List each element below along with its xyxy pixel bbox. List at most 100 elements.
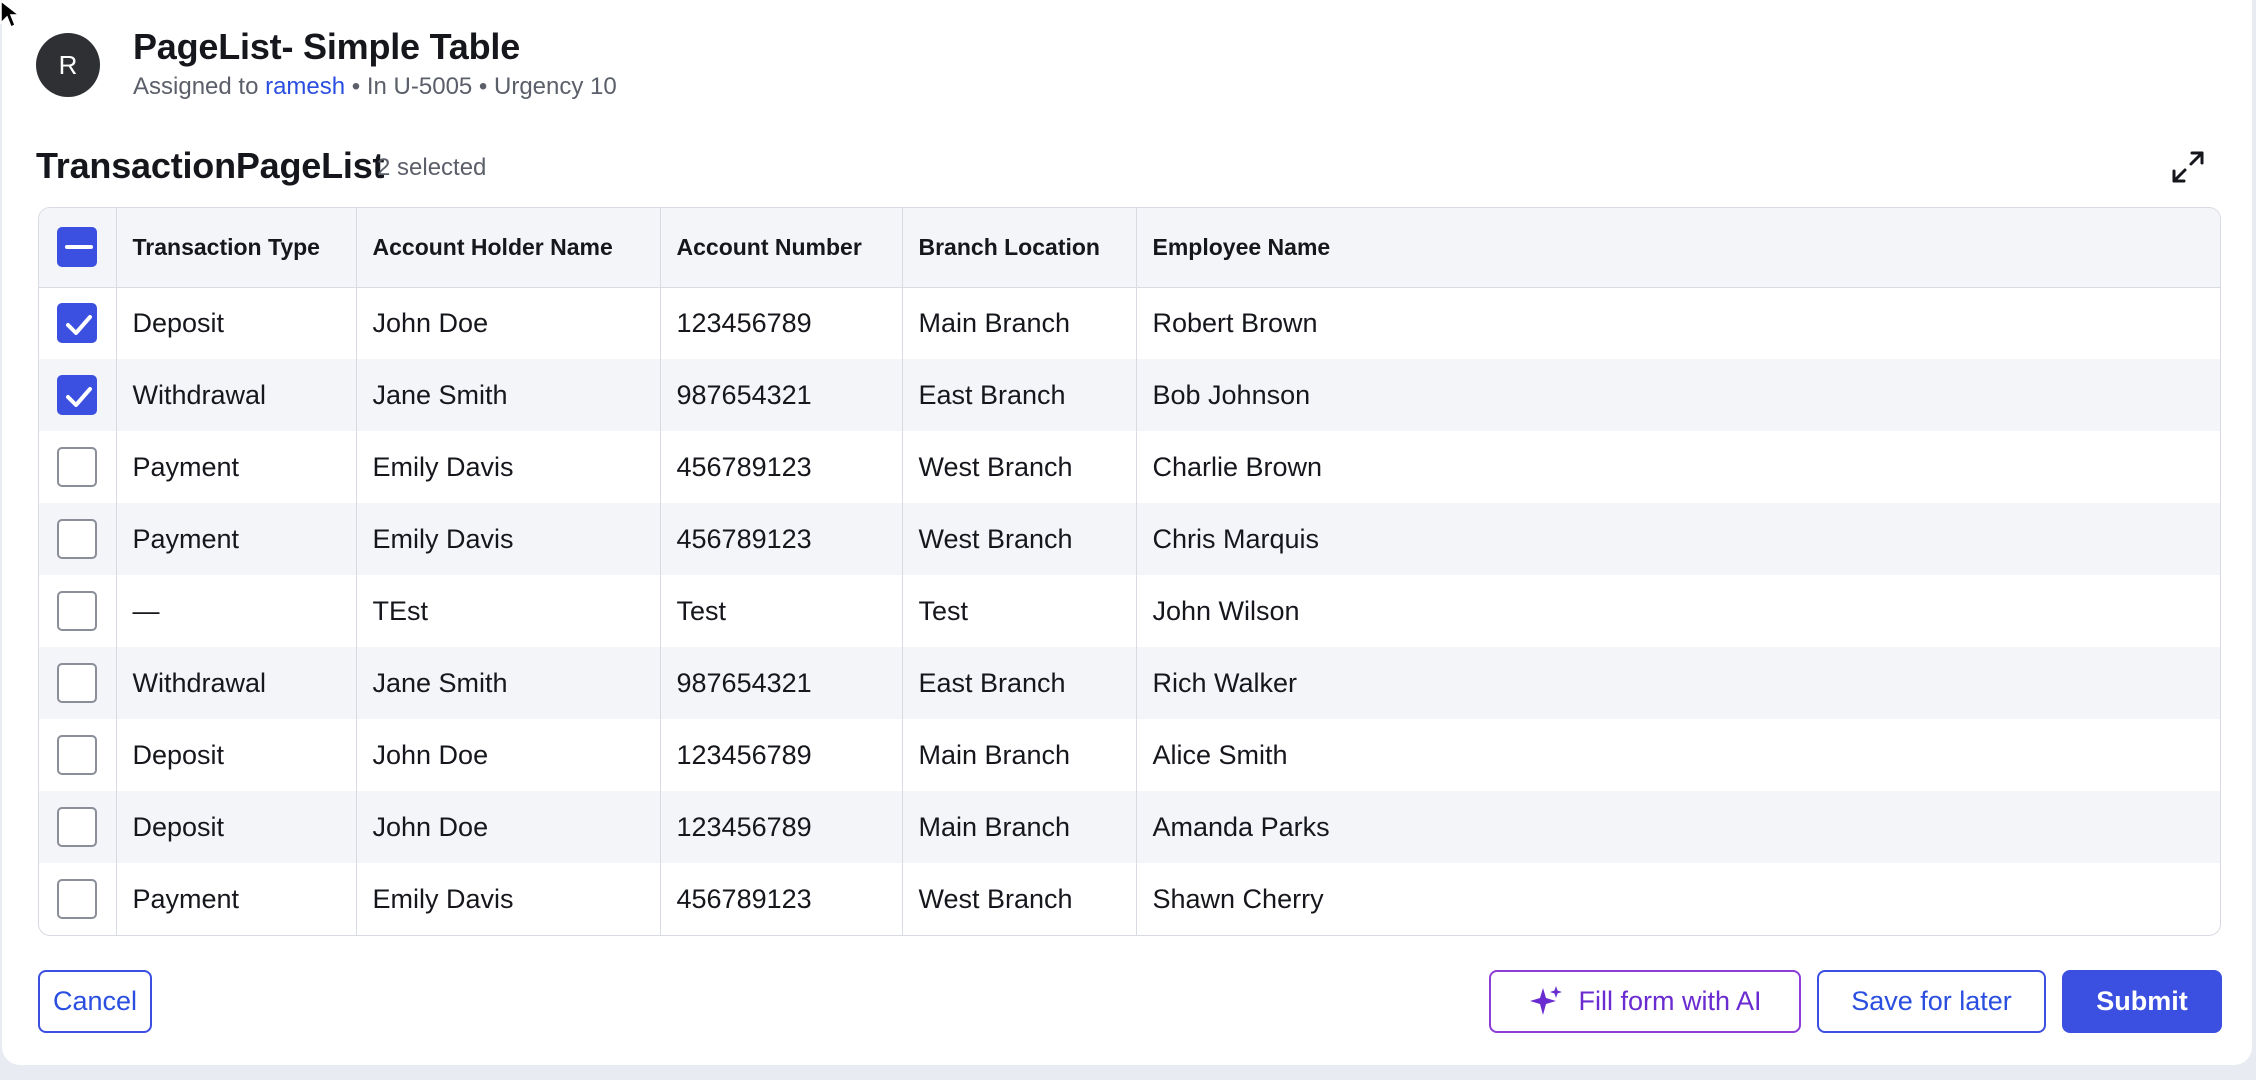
column-header[interactable]: Account Holder Name xyxy=(356,208,661,288)
table-cell: 123456789 xyxy=(660,719,903,791)
table-cell: Alice Smith xyxy=(1152,739,1288,770)
table-cell: Chris Marquis xyxy=(1152,523,1320,554)
row-checkbox[interactable] xyxy=(57,879,98,919)
row-checkbox[interactable] xyxy=(57,735,98,775)
table-cell: West Branch xyxy=(902,863,1137,935)
minus-icon xyxy=(65,245,94,250)
selected-count: 2 selected xyxy=(377,154,487,181)
table-cell: Main Branch xyxy=(902,791,1137,863)
table-cell: Amanda Parks xyxy=(1152,811,1330,842)
table-row[interactable]: — TEst Test Test John Wilson xyxy=(39,575,2220,647)
fill-form-with-ai-label: Fill form with AI xyxy=(1578,986,1762,1016)
row-select-cell xyxy=(39,503,117,575)
fill-form-with-ai-button[interactable]: Fill form with AI xyxy=(1489,970,1801,1033)
table-cell: 123456789 xyxy=(660,287,903,359)
submit-button[interactable]: Submit xyxy=(2062,970,2222,1033)
page-list-title: TransactionPageList xyxy=(36,145,385,186)
column-header[interactable]: Transaction Type xyxy=(116,208,357,288)
table-cell: 456789123 xyxy=(660,503,903,575)
assignee-link[interactable]: ramesh xyxy=(265,73,345,100)
table-cell: Test xyxy=(902,575,1137,647)
row-select-cell xyxy=(39,431,117,503)
table-cell: TEst xyxy=(356,575,661,647)
case-meta-details: • In U-5005 • Urgency 10 xyxy=(345,73,617,100)
checkmark-icon xyxy=(66,315,93,336)
select-all-checkbox[interactable] xyxy=(57,227,98,268)
table-cell: Bob Johnson xyxy=(1152,379,1311,410)
table-cell: Jane Smith xyxy=(356,647,661,719)
table-cell: 987654321 xyxy=(660,359,903,431)
case-meta: Assigned to ramesh • In U-5005 • Urgency… xyxy=(133,73,617,101)
table-cell: Shawn Cherry xyxy=(1152,883,1324,914)
row-checkbox[interactable] xyxy=(57,375,98,415)
table-cell: 123456789 xyxy=(660,791,903,863)
table-cell: John Wilson xyxy=(1152,595,1300,626)
sparkle-icon xyxy=(1530,985,1563,1015)
table-cell: John Doe xyxy=(356,791,661,863)
table-cell: Payment xyxy=(116,503,357,575)
table-cell: Emily Davis xyxy=(356,431,661,503)
table-cell: West Branch xyxy=(902,431,1137,503)
table-cell: Robert Brown xyxy=(1152,307,1318,338)
expand-icon[interactable] xyxy=(2168,147,2208,187)
table-cell: Emily Davis xyxy=(356,863,661,935)
row-checkbox[interactable] xyxy=(57,591,98,631)
table-cell: 456789123 xyxy=(660,863,903,935)
table-body: Deposit John Doe 123456789 Main Branch Rober… xyxy=(39,287,2220,935)
row-select-cell xyxy=(39,719,117,791)
table-cell: Withdrawal xyxy=(116,647,357,719)
table-cell: Charlie Brown xyxy=(1152,451,1323,482)
cancel-button[interactable]: Cancel xyxy=(38,970,152,1033)
save-for-later-button[interactable]: Save for later xyxy=(1817,970,2046,1033)
table-row[interactable]: Payment Emily Davis 456789123 West Branch Sh… xyxy=(39,863,2220,935)
table-cell: Main Branch xyxy=(902,287,1137,359)
table-cell: Deposit xyxy=(116,719,357,791)
table-cell: Jane Smith xyxy=(356,359,661,431)
table-row[interactable]: Deposit John Doe 123456789 Main Branch Alice… xyxy=(39,719,2220,791)
row-checkbox[interactable] xyxy=(57,303,98,344)
row-select-cell xyxy=(39,575,117,647)
assigned-prefix: Assigned to xyxy=(133,73,266,100)
case-title: PageList- Simple Table xyxy=(133,26,521,67)
table-cell: 456789123 xyxy=(660,431,903,503)
table-cell: John Doe xyxy=(356,287,661,359)
select-all-cell xyxy=(39,208,117,288)
table-row[interactable]: Deposit John Doe 123456789 Main Branch Rober… xyxy=(39,287,2220,359)
table-cell: Main Branch xyxy=(902,719,1137,791)
table-header-row: Transaction Type Account Holder Name Acc… xyxy=(39,208,2220,288)
table-cell: Payment xyxy=(116,863,357,935)
table-cell: Emily Davis xyxy=(356,503,661,575)
table-cell: 987654321 xyxy=(660,647,903,719)
table-row[interactable]: Deposit John Doe 123456789 Main Branch Amand… xyxy=(39,791,2220,863)
row-checkbox[interactable] xyxy=(57,447,98,487)
row-checkbox[interactable] xyxy=(57,807,98,847)
table-cell: Deposit xyxy=(116,287,357,359)
table-cell: East Branch xyxy=(902,647,1137,719)
column-header[interactable]: Account Number xyxy=(660,208,903,288)
table-row[interactable]: Payment Emily Davis 456789123 West Branch Ch… xyxy=(39,503,2220,575)
row-select-cell xyxy=(39,287,117,359)
checkmark-icon xyxy=(66,387,93,407)
row-select-cell xyxy=(39,647,117,719)
table-cell: Rich Walker xyxy=(1152,667,1298,698)
row-checkbox[interactable] xyxy=(57,519,98,559)
table-cell: — xyxy=(116,575,357,647)
avatar: R xyxy=(36,33,100,97)
table-cell: Withdrawal xyxy=(116,359,357,431)
column-header[interactable]: Employee Name xyxy=(1136,208,2220,288)
table-cell: John Doe xyxy=(356,719,661,791)
column-header[interactable]: Branch Location xyxy=(902,208,1137,288)
row-select-cell xyxy=(39,791,117,863)
table-cell: West Branch xyxy=(902,503,1137,575)
case-view-card: R PageList- Simple Table Assigned to ram… xyxy=(2,0,2252,1065)
row-checkbox[interactable] xyxy=(57,663,98,703)
table-cell: East Branch xyxy=(902,359,1137,431)
table-cell: Deposit xyxy=(116,791,357,863)
mouse-cursor-icon xyxy=(0,0,22,29)
table-row[interactable]: Withdrawal Jane Smith 987654321 East Branch… xyxy=(39,359,2220,431)
table-row[interactable]: Withdrawal Jane Smith 987654321 East Branch… xyxy=(39,647,2220,719)
table-cell: Payment xyxy=(116,431,357,503)
transaction-table: Transaction Type Account Holder Name Acc… xyxy=(38,207,2221,936)
table-row[interactable]: Payment Emily Davis 456789123 West Branch Ch… xyxy=(39,431,2220,503)
row-select-cell xyxy=(39,863,117,935)
